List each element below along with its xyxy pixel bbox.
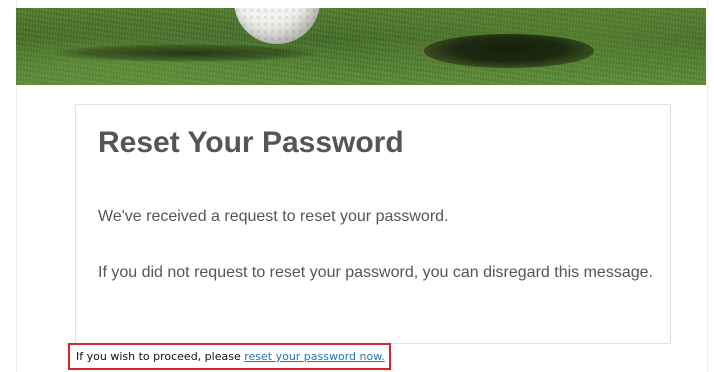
reset-password-link[interactable]: reset your password now.	[244, 350, 385, 363]
proceed-line: If you wish to proceed, please reset you…	[76, 349, 385, 365]
disregard-text: If you did not request to reset your pas…	[98, 264, 653, 281]
proceed-highlight-box: If you wish to proceed, please reset you…	[68, 343, 391, 370]
email-page: Reset Your Password We've received a req…	[0, 0, 714, 372]
golf-banner-image	[16, 8, 706, 85]
email-title: Reset Your Password	[98, 126, 404, 159]
email-content-card: Reset Your Password We've received a req…	[75, 104, 671, 344]
golf-ball-shadow	[56, 44, 316, 62]
proceed-prefix-text: If you wish to proceed, please	[76, 350, 245, 363]
request-received-text: We've received a request to reset your p…	[98, 208, 449, 225]
golf-hole	[424, 34, 594, 68]
